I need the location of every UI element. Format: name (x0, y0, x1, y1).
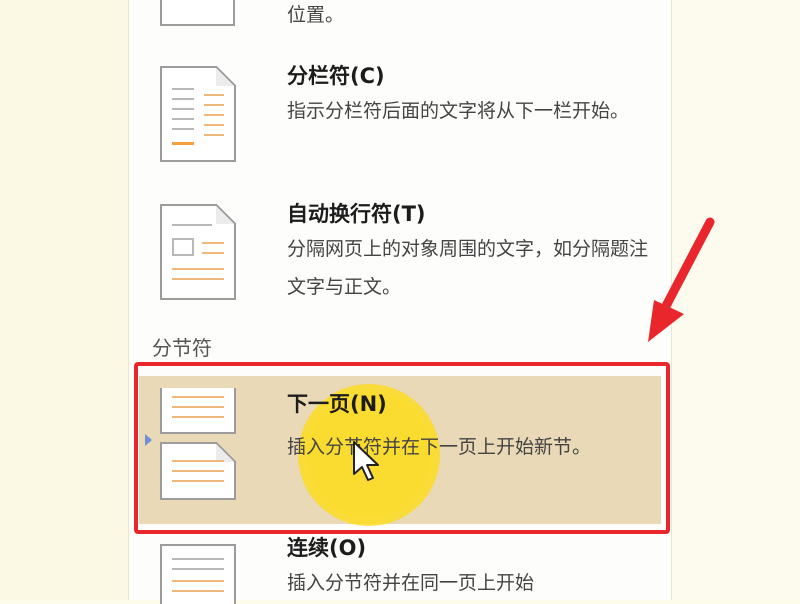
text-wrapping-break-icon (160, 204, 236, 300)
continuous-section-break-icon (160, 544, 236, 604)
text-wrapping-break-desc: 分隔网页上的对象周围的文字，如分隔题注文字与正文。 (287, 238, 649, 298)
continuous-desc: 插入分节符并在同一页上开始 (287, 572, 535, 594)
annotation-highlight-box (134, 362, 670, 534)
section-breaks-label: 分节符 (152, 336, 212, 360)
column-break-icon (160, 66, 236, 162)
column-break-desc: 指示分栏符后面的文字将从下一栏开始。 (287, 100, 630, 122)
annotation-arrow-icon (648, 217, 715, 342)
text-wrapping-break-title: 自动换行符(T) (287, 202, 426, 226)
document-background-left (0, 0, 128, 600)
page-break-icon (160, 0, 235, 28)
column-break-title: 分栏符(C) (287, 64, 385, 88)
continuous-title: 连续(O) (287, 536, 367, 560)
partial-item-desc: 位置。 (287, 4, 345, 26)
